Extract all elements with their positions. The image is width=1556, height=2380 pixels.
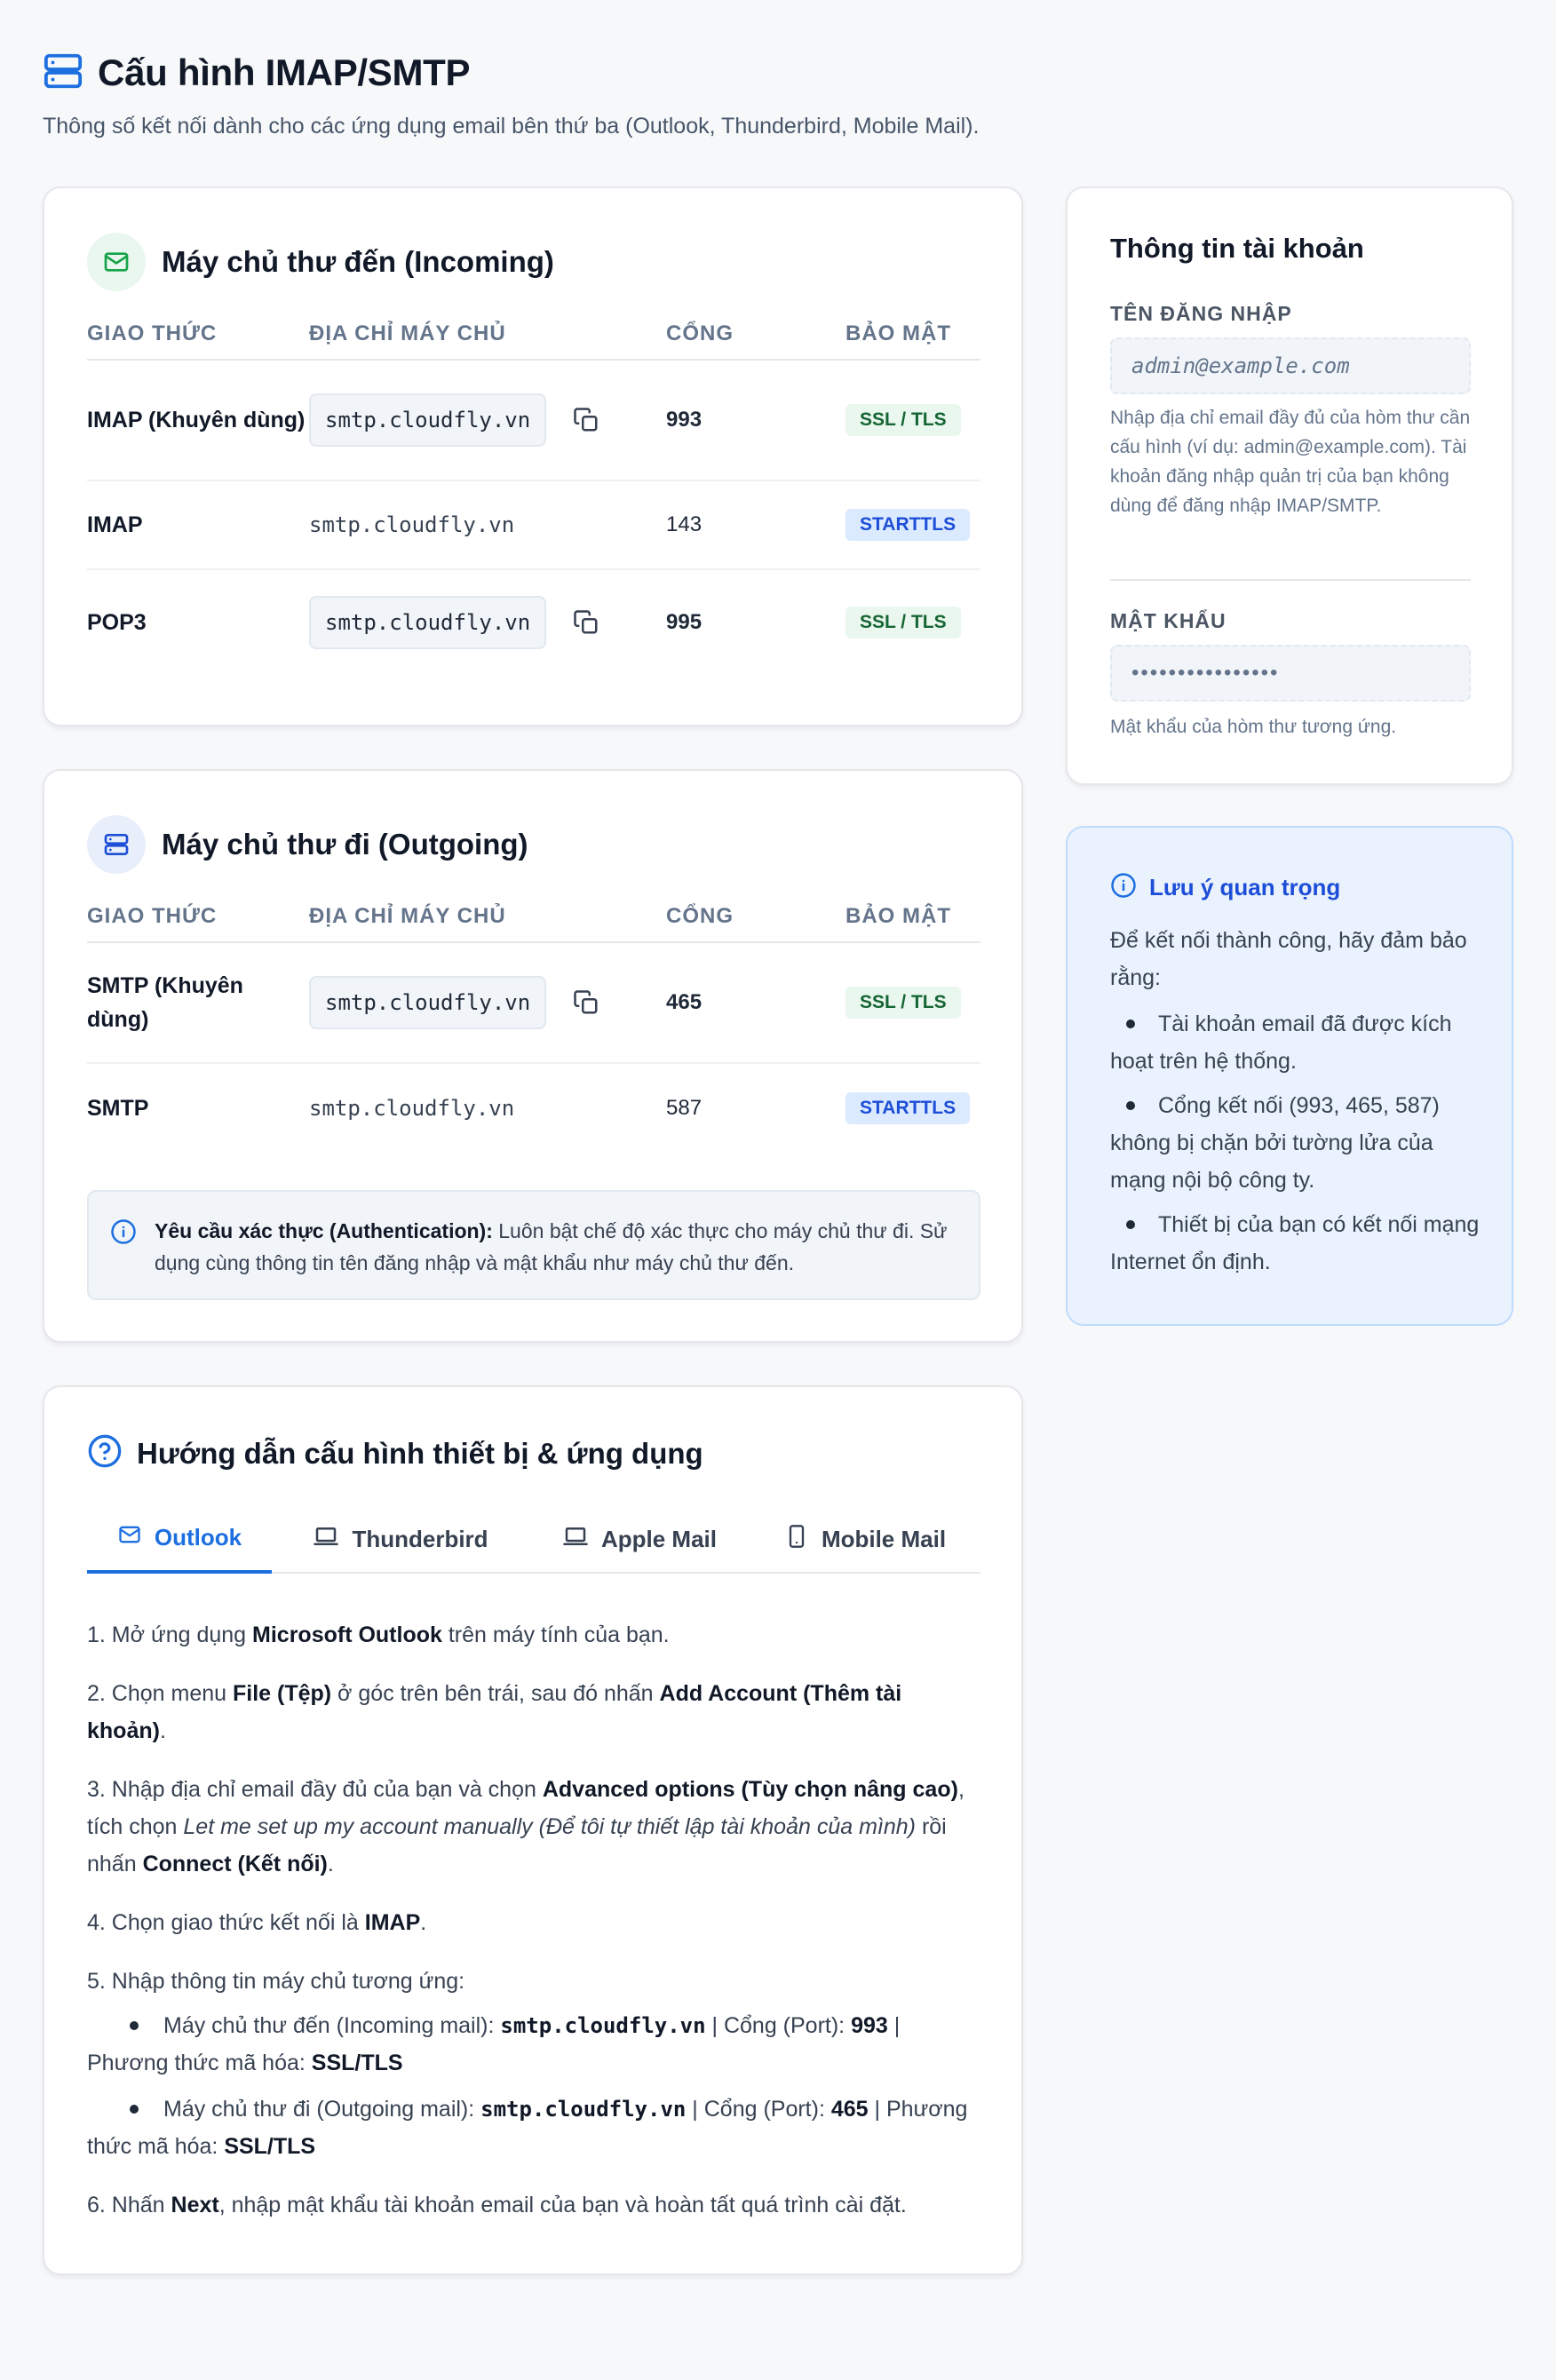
address-text: smtp.cloudfly.vn bbox=[309, 512, 515, 537]
info-icon bbox=[1110, 872, 1137, 903]
notice-item: Tài khoản email đã được kích hoạt trên h… bbox=[1110, 1005, 1483, 1080]
page-subtitle: Thông số kết nối dành cho các ứng dụng e… bbox=[43, 114, 980, 139]
tab-label: Mobile Mail bbox=[821, 1525, 947, 1552]
protocol-cell: SMTP (Khuyên dùng) bbox=[87, 973, 243, 1032]
step-3: 3. Nhập địa chỉ email đầy đủ của bạn và … bbox=[87, 1777, 965, 1876]
table-header: GIAO THỨC ĐỊA CHỈ MÁY CHỦ CỔNG BẢO MẬT bbox=[87, 309, 980, 361]
setup-guide-card: Hướng dẫn cấu hình thiết bị & ứng dụng O… bbox=[43, 1385, 1023, 2275]
security-badge: SSL / TLS bbox=[845, 987, 961, 1019]
port-cell: 993 bbox=[666, 408, 703, 432]
outgoing-table: GIAO THỨC ĐỊA CHỈ MÁY CHỦ CỔNG BẢO MẬT S… bbox=[87, 892, 980, 1153]
mail-icon bbox=[117, 1522, 142, 1553]
port-cell: 587 bbox=[666, 1096, 703, 1120]
tab-apple-mail[interactable]: Apple Mail bbox=[529, 1504, 750, 1574]
step-1: 1. Mở ứng dụng Microsoft Outlook trên má… bbox=[87, 1622, 670, 1647]
incoming-table: GIAO THỨC ĐỊA CHỈ MÁY CHỦ CỔNG BẢO MẬT I… bbox=[87, 309, 980, 675]
notice-item: Thiết bị của bạn có kết nối mạng Interne… bbox=[1110, 1206, 1483, 1281]
incoming-card-title: Máy chủ thư đến (Incoming) bbox=[162, 245, 554, 278]
protocol-cell: SMTP bbox=[87, 1096, 149, 1121]
auth-note-label: Yêu cầu xác thực (Authentication): bbox=[155, 1219, 493, 1242]
notice-list: Tài khoản email đã được kích hoạt trên h… bbox=[1110, 1005, 1483, 1288]
column-security: BẢO MẬT bbox=[845, 904, 951, 928]
step-5: 5. Nhập thông tin máy chủ tương ứng: Máy… bbox=[87, 1963, 980, 2165]
table-row: POP3 smtp.cloudfly.vn 995 SSL / TLS bbox=[87, 570, 980, 675]
tab-label: Outlook bbox=[154, 1523, 242, 1551]
username-label: TÊN ĐĂNG NHẬP bbox=[1110, 302, 1292, 325]
tab-outlook[interactable]: Outlook bbox=[87, 1504, 272, 1574]
password-label: MẬT KHẨU bbox=[1110, 609, 1227, 632]
table-row: SMTP smtp.cloudfly.vn 587 STARTTLS bbox=[87, 1064, 980, 1153]
outgoing-server-card: Máy chủ thư đi (Outgoing) GIAO THỨC ĐỊA … bbox=[43, 769, 1023, 1343]
outgoing-settings-item: Máy chủ thư đi (Outgoing mail): smtp.clo… bbox=[87, 2090, 980, 2165]
column-address: ĐỊA CHỈ MÁY CHỦ bbox=[309, 904, 506, 928]
password-field[interactable]: •••••••••••••••• bbox=[1110, 645, 1471, 702]
security-badge: STARTTLS bbox=[845, 509, 971, 541]
copy-icon[interactable] bbox=[573, 407, 599, 433]
tab-thunderbird[interactable]: Thunderbird bbox=[272, 1504, 529, 1574]
column-security: BẢO MẬT bbox=[845, 321, 951, 345]
table-row: IMAP smtp.cloudfly.vn 143 STARTTLS bbox=[87, 481, 980, 570]
port-cell: 465 bbox=[666, 990, 703, 1014]
notice-title: Lưu ý quan trọng bbox=[1149, 874, 1341, 900]
info-icon bbox=[110, 1218, 137, 1254]
account-info-card: Thông tin tài khoản TÊN ĐĂNG NHẬP admin@… bbox=[1066, 186, 1513, 785]
page-title: Cấu hình IMAP/SMTP bbox=[98, 52, 471, 93]
table-header: GIAO THỨC ĐỊA CHỈ MÁY CHỦ CỔNG BẢO MẬT bbox=[87, 892, 980, 943]
smartphone-icon bbox=[784, 1524, 809, 1555]
column-protocol: GIAO THỨC bbox=[87, 321, 218, 345]
laptop-icon bbox=[562, 1523, 589, 1556]
protocol-cell: POP3 bbox=[87, 610, 147, 635]
server-icon bbox=[87, 815, 146, 874]
security-badge: STARTTLS bbox=[845, 1092, 971, 1124]
help-circle-icon bbox=[87, 1433, 123, 1473]
column-port: CỔNG bbox=[666, 321, 734, 345]
guide-steps: 1. Mở ứng dụng Microsoft Outlook trên má… bbox=[87, 1616, 980, 2245]
port-cell: 143 bbox=[666, 512, 703, 536]
copy-icon[interactable] bbox=[573, 989, 599, 1016]
guide-tabs: Outlook Thunderbird Apple Mail Mobile Ma… bbox=[87, 1504, 980, 1574]
security-badge: SSL / TLS bbox=[845, 607, 961, 639]
username-field[interactable]: admin@example.com bbox=[1110, 337, 1471, 394]
laptop-icon bbox=[313, 1523, 339, 1556]
outgoing-card-title: Máy chủ thư đi (Outgoing) bbox=[162, 828, 528, 861]
security-badge: SSL / TLS bbox=[845, 404, 961, 436]
tab-mobile-mail[interactable]: Mobile Mail bbox=[750, 1504, 980, 1574]
page-header: Cấu hình IMAP/SMTP Thông số kết nối dành… bbox=[43, 46, 1508, 139]
address-field[interactable]: smtp.cloudfly.vn bbox=[309, 596, 547, 649]
account-card-title: Thông tin tài khoản bbox=[1110, 233, 1364, 264]
tab-label: Apple Mail bbox=[600, 1525, 717, 1552]
copy-icon[interactable] bbox=[573, 609, 599, 636]
table-row: IMAP (Khuyên dùng) smtp.cloudfly.vn 993 … bbox=[87, 361, 980, 481]
address-field[interactable]: smtp.cloudfly.vn bbox=[309, 393, 547, 447]
protocol-cell: IMAP bbox=[87, 512, 143, 537]
column-protocol: GIAO THỨC bbox=[87, 904, 218, 928]
protocol-cell: IMAP (Khuyên dùng) bbox=[87, 408, 306, 432]
important-notice-card: Lưu ý quan trọng Để kết nối thành công, … bbox=[1066, 826, 1513, 1326]
username-help: Nhập địa chỉ email đầy đủ của hòm thư cầ… bbox=[1110, 408, 1471, 516]
guide-title: Hướng dẫn cấu hình thiết bị & ứng dụng bbox=[137, 1436, 703, 1470]
divider bbox=[1110, 579, 1471, 581]
auth-note: Yêu cầu xác thực (Authentication): Luôn … bbox=[87, 1190, 980, 1300]
address-text: smtp.cloudfly.vn bbox=[309, 1096, 515, 1121]
address-field[interactable]: smtp.cloudfly.vn bbox=[309, 976, 547, 1029]
notice-intro: Để kết nối thành công, hãy đảm bảo rằng: bbox=[1110, 928, 1467, 990]
tab-label: Thunderbird bbox=[352, 1525, 488, 1552]
column-address: ĐỊA CHỈ MÁY CHỦ bbox=[309, 321, 506, 345]
step-6: 6. Nhấn Next, nhập mật khẩu tài khoản em… bbox=[87, 2193, 907, 2217]
mail-icon bbox=[87, 233, 146, 291]
table-row: SMTP (Khuyên dùng) smtp.cloudfly.vn 465 … bbox=[87, 943, 980, 1064]
incoming-server-card: Máy chủ thư đến (Incoming) GIAO THỨC ĐỊA… bbox=[43, 186, 1023, 726]
password-help: Mật khẩu của hòm thư tương ứng. bbox=[1110, 717, 1397, 737]
column-port: CỔNG bbox=[666, 904, 734, 928]
step-4: 4. Chọn giao thức kết nối là IMAP. bbox=[87, 1910, 427, 1935]
notice-item: Cổng kết nối (993, 465, 587) không bị ch… bbox=[1110, 1087, 1483, 1199]
port-cell: 995 bbox=[666, 610, 703, 634]
server-icon bbox=[43, 51, 83, 96]
step-2: 2. Chọn menu File (Tệp) ở góc trên bên t… bbox=[87, 1681, 902, 1743]
incoming-settings-item: Máy chủ thư đến (Incoming mail): smtp.cl… bbox=[87, 2007, 980, 2082]
